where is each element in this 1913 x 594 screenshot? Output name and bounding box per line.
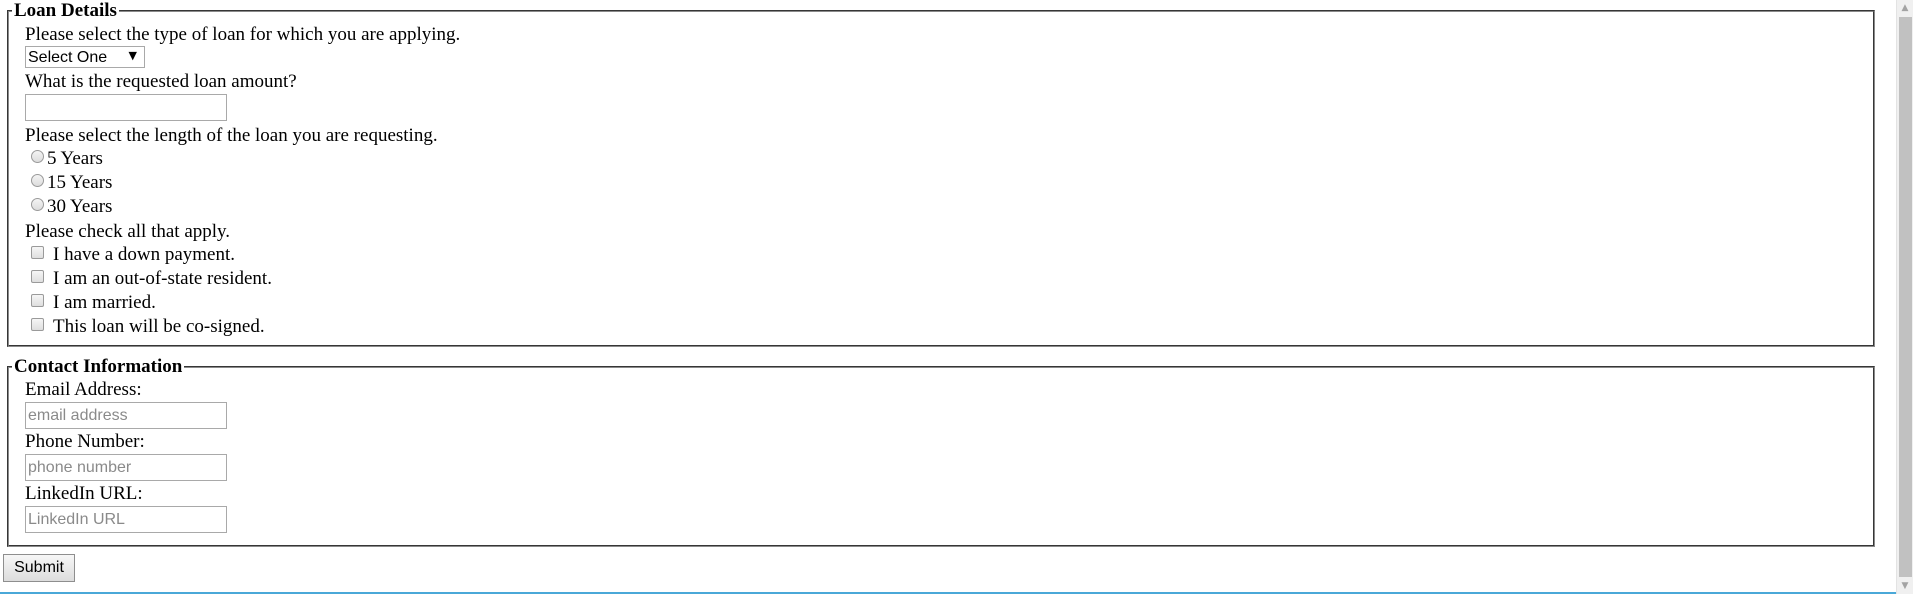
contact-information-legend: Contact Information: [14, 356, 183, 377]
check-option-out-of-state[interactable]: I am an out-of-state resident.: [25, 267, 1873, 291]
radio-label-30-years: 30 Years: [47, 196, 113, 217]
loan-length-question: Please select the length of the loan you…: [25, 125, 438, 146]
checkbox-label-married: I am married.: [53, 292, 156, 313]
checkbox-married[interactable]: [31, 293, 44, 307]
checkbox-label-down-payment: I have a down payment.: [53, 244, 236, 265]
checkbox-co-signed[interactable]: [31, 317, 44, 331]
check-option-co-signed[interactable]: This loan will be co-signed.: [25, 315, 1873, 339]
check-all-question: Please check all that apply.: [25, 221, 231, 242]
linkedin-label: LinkedIn URL:: [25, 483, 143, 504]
linkedin-url-field[interactable]: [25, 506, 227, 533]
checkbox-label-out-of-state: I am an out-of-state resident.: [53, 268, 272, 289]
radio-button-5-years[interactable]: [31, 149, 44, 163]
loan-details-legend: Loan Details: [14, 0, 117, 21]
vertical-scrollbar[interactable]: ▲ ▼: [1896, 0, 1913, 594]
radio-label-5-years: 5 Years: [47, 148, 103, 169]
radio-button-30-years[interactable]: [31, 197, 44, 211]
loan-details-fieldset: Loan Details Please select the type of l…: [7, 1, 1875, 347]
submit-button[interactable]: Submit: [3, 554, 75, 582]
radio-button-15-years[interactable]: [31, 173, 44, 187]
email-field[interactable]: [25, 402, 227, 429]
loan-type-select[interactable]: Select One: [25, 46, 145, 68]
loan-application-form: Loan Details Please select the type of l…: [0, 0, 1893, 547]
check-option-married[interactable]: I am married.: [25, 291, 1873, 315]
radio-label-15-years: 15 Years: [47, 172, 113, 193]
loan-length-option-30[interactable]: 30 Years: [25, 195, 1873, 219]
loan-amount-question: What is the requested loan amount?: [25, 71, 297, 92]
phone-label: Phone Number:: [25, 431, 145, 452]
scroll-down-arrow-icon[interactable]: ▼: [1897, 578, 1913, 594]
check-option-down-payment[interactable]: I have a down payment.: [25, 243, 1873, 267]
checkbox-down-payment[interactable]: [31, 245, 44, 259]
loan-type-question: Please select the type of loan for which…: [25, 24, 461, 45]
checkbox-label-co-signed: This loan will be co-signed.: [53, 316, 265, 337]
loan-type-select-wrapper[interactable]: Select One ▼: [25, 46, 145, 69]
checkbox-out-of-state[interactable]: [31, 269, 44, 283]
scrollbar-thumb[interactable]: [1899, 17, 1912, 577]
contact-information-fieldset: Contact Information Email Address: Phone…: [7, 357, 1875, 547]
loan-amount-input[interactable]: [25, 94, 227, 121]
scroll-up-arrow-icon[interactable]: ▲: [1897, 0, 1913, 16]
phone-field[interactable]: [25, 454, 227, 481]
email-label: Email Address:: [25, 379, 142, 400]
loan-length-option-15[interactable]: 15 Years: [25, 171, 1873, 195]
loan-length-option-5[interactable]: 5 Years: [25, 147, 1873, 171]
